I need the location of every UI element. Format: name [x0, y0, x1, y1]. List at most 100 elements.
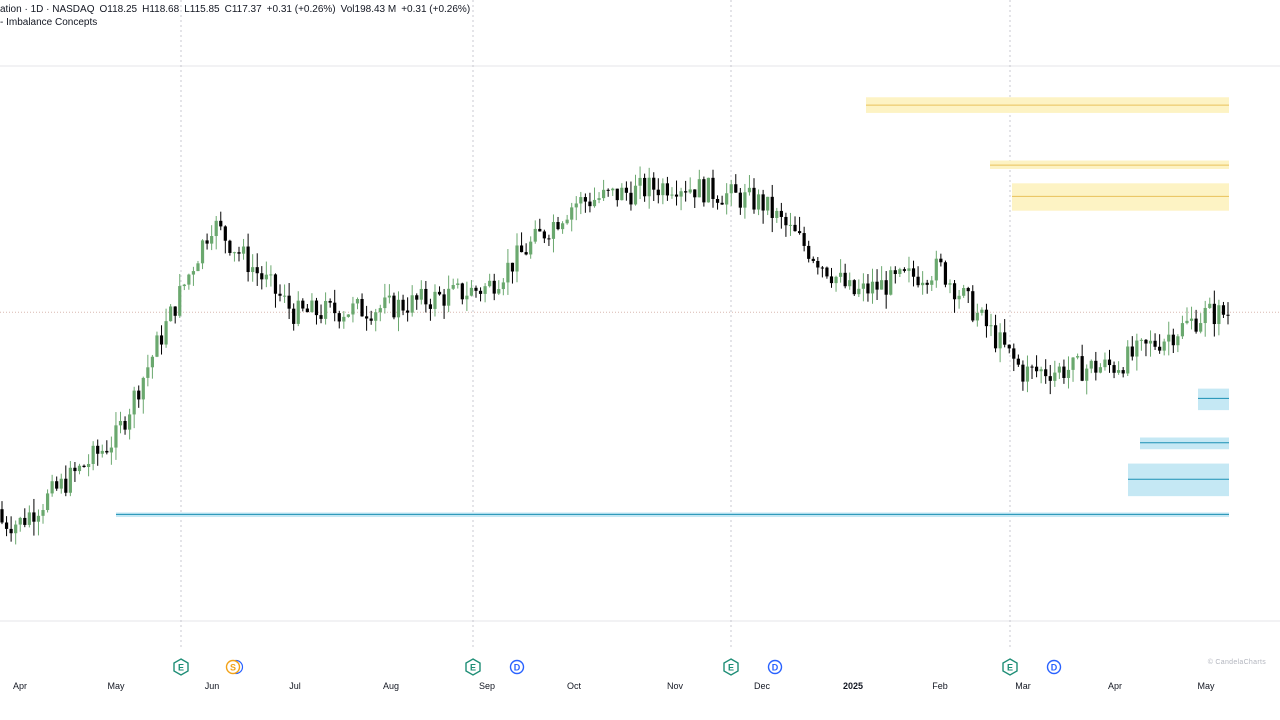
candle-body: [615, 188, 619, 201]
candle-body: [118, 420, 123, 426]
candle-body: [442, 294, 446, 306]
candle-body: [679, 191, 683, 197]
candle-body: [159, 335, 164, 345]
candle-body: [948, 283, 952, 285]
candle-body: [697, 179, 701, 198]
candle-body: [529, 241, 533, 255]
candle-body: [688, 189, 692, 193]
candle-body: [0, 509, 4, 523]
candle-body: [278, 293, 282, 296]
candle-body: [501, 282, 505, 290]
event-label: D: [514, 663, 521, 673]
candle-body: [524, 252, 528, 255]
candle-body: [419, 288, 423, 300]
candle-body: [451, 284, 455, 289]
ohlc-high: H118.68: [142, 4, 180, 15]
event-label: D: [772, 663, 779, 673]
candle-body: [839, 272, 843, 277]
candle-body: [255, 267, 259, 274]
candle-body: [219, 220, 223, 227]
candle-body: [807, 245, 811, 259]
x-tick-label: May: [107, 681, 125, 691]
candle-body: [296, 300, 300, 324]
candle-body: [542, 231, 546, 239]
candle-body: [1144, 339, 1148, 344]
candle-body: [866, 283, 870, 294]
candle-body: [834, 276, 838, 284]
dividend-marker[interactable]: D: [767, 659, 783, 675]
candle-body: [474, 287, 478, 291]
candle-body: [620, 187, 624, 201]
candle-body: [132, 390, 136, 415]
candle-body: [1057, 366, 1061, 373]
candle-body: [1098, 367, 1102, 373]
earnings-marker[interactable]: E: [1002, 658, 1018, 676]
candle-body: [401, 299, 405, 311]
candle-body: [1021, 364, 1025, 382]
candle-body: [943, 262, 948, 285]
candle-body: [916, 276, 920, 286]
candle-body: [82, 465, 86, 468]
x-tick-label: Jun: [205, 681, 220, 691]
candle-body: [1126, 346, 1130, 374]
candle-body: [128, 414, 132, 430]
candle-body: [711, 177, 715, 199]
dividend-marker[interactable]: D: [509, 659, 525, 675]
imbalance-zones: [116, 97, 1229, 518]
indicator-title[interactable]: - Imbalance Concepts: [0, 17, 97, 28]
candle-body: [333, 302, 337, 314]
candle-body: [761, 194, 765, 211]
candle-body: [816, 260, 820, 268]
x-tick-label: Mar: [1015, 681, 1031, 691]
candle-body: [1139, 339, 1144, 341]
candle-body: [210, 236, 214, 244]
candle-body: [1171, 334, 1175, 346]
candle-body: [264, 274, 268, 280]
candle-body: [779, 210, 783, 217]
event-label: E: [728, 663, 734, 673]
candle-body: [884, 280, 888, 295]
candle-body: [4, 522, 9, 529]
candle-body: [1176, 336, 1180, 346]
candle-body: [684, 191, 688, 193]
event-markers[interactable]: ESEDEDED: [173, 658, 1062, 676]
candle-body: [36, 515, 41, 522]
candle-body: [889, 270, 893, 295]
candle-body: [27, 512, 31, 525]
candle-body: [1103, 359, 1107, 368]
candle-body: [123, 420, 127, 430]
earnings-marker[interactable]: E: [173, 658, 189, 676]
candle-body: [1199, 323, 1203, 332]
x-tick-label: Dec: [754, 681, 771, 691]
candle-body: [720, 202, 724, 205]
candle-body: [155, 335, 159, 357]
candle-body: [602, 189, 606, 199]
candle-body: [301, 300, 305, 309]
price-chart[interactable]: Apr May Jun Jul Aug Sep Oct Nov Dec 2025 Feb Mar Apr…: [0, 0, 1280, 720]
candle-body: [775, 210, 779, 218]
candle-body: [1085, 368, 1089, 381]
event-label: E: [470, 663, 476, 673]
split-marker[interactable]: S: [225, 659, 244, 675]
earnings-marker[interactable]: E: [723, 658, 739, 676]
candle-body: [1062, 366, 1066, 378]
volume-value: Vol198.43 M: [340, 4, 397, 15]
candle-body: [661, 183, 665, 196]
candle-body: [1071, 357, 1075, 370]
candle-body: [18, 517, 22, 525]
candle-body: [437, 291, 442, 295]
candle-body: [392, 295, 396, 318]
candle-body: [483, 286, 487, 294]
candle-body: [570, 207, 574, 220]
candle-body: [1180, 323, 1185, 337]
candle-body: [902, 269, 907, 271]
earnings-marker[interactable]: E: [465, 658, 481, 676]
dividend-marker[interactable]: D: [1046, 659, 1062, 675]
x-tick-label: Aug: [383, 681, 399, 691]
event-label: E: [178, 663, 184, 673]
candle-body: [1025, 366, 1030, 382]
candle-body: [387, 295, 391, 298]
candle-body: [510, 262, 515, 272]
candle-body: [1034, 366, 1039, 372]
candle-body: [861, 283, 865, 289]
